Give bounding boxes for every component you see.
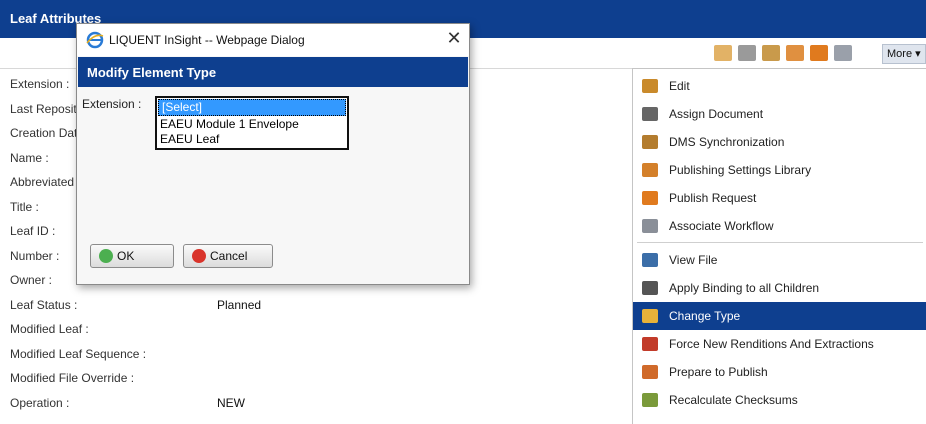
menu-item-force-new-renditions-and-extractions[interactable]: Force New Renditions And Extractions: [633, 330, 926, 358]
publish-icon[interactable]: [810, 45, 828, 61]
library-icon: [642, 163, 658, 177]
attribute-row: Operation : NEW: [10, 393, 630, 413]
close-icon[interactable]: ✕: [444, 28, 464, 49]
edit-icon: [642, 79, 658, 93]
attribute-label: Modified File Override :: [10, 371, 135, 385]
publish-icon: [642, 191, 658, 205]
dialog-window-title: LIQUENT InSight -- Webpage Dialog: [109, 33, 305, 47]
menu-item-label: Assign Document: [669, 107, 764, 121]
attribute-label: Extension :: [10, 77, 70, 91]
attribute-label: Operation :: [10, 395, 70, 410]
attribute-row: Modified File Override :: [10, 368, 630, 388]
attribute-label: Owner :: [10, 273, 53, 287]
edit-icon[interactable]: [714, 45, 732, 61]
context-menu: Edit Assign Document DMS Synchronization Pu…: [632, 68, 926, 424]
extension-option[interactable]: [Select]: [158, 99, 346, 116]
menu-item-assign-document[interactable]: Assign Document: [633, 100, 926, 128]
cancel-x-icon: [192, 249, 206, 263]
menu-item-label: View File: [669, 253, 718, 267]
attribute-label: Leaf ID :: [10, 224, 56, 238]
menu-separator: [637, 242, 923, 243]
link-icon: [642, 107, 658, 121]
attribute-row: Leaf Status : Planned: [10, 295, 630, 315]
menu-item-prepare-to-publish[interactable]: Prepare to Publish: [633, 358, 926, 386]
checksum-icon: [642, 393, 658, 407]
toolbar-icons: [714, 45, 852, 61]
menu-item-view-file[interactable]: View File: [633, 246, 926, 274]
sync-icon: [642, 135, 658, 149]
dialog-header: Modify Element Type: [78, 57, 468, 87]
menu-item-dms-synchronization[interactable]: DMS Synchronization: [633, 128, 926, 156]
pdf-icon: [642, 337, 658, 351]
binding-icon: [642, 281, 658, 295]
menu-item-label: Edit: [669, 79, 690, 93]
workflow-icon: [642, 219, 658, 233]
link-icon[interactable]: [738, 45, 756, 61]
attribute-label: Modified Leaf :: [10, 322, 89, 336]
menu-item-publishing-settings-library[interactable]: Publishing Settings Library: [633, 156, 926, 184]
attribute-label: Number :: [10, 248, 60, 263]
menu-item-label: Publish Request: [669, 191, 757, 205]
attribute-row: Modified Leaf Sequence :: [10, 344, 630, 364]
view-file-icon: [642, 253, 658, 267]
check-icon: [99, 249, 113, 263]
ie-icon: [86, 31, 104, 49]
menu-item-apply-binding-to-all-children[interactable]: Apply Binding to all Children: [633, 274, 926, 302]
menu-item-edit[interactable]: Edit: [633, 72, 926, 100]
ok-button-label: OK: [117, 249, 135, 263]
dialog-heading: Modify Element Type: [87, 65, 217, 80]
cancel-button[interactable]: Cancel: [183, 244, 273, 268]
attribute-value: Planned: [217, 297, 262, 312]
attribute-value: NEW: [217, 395, 245, 410]
menu-item-publish-request[interactable]: Publish Request: [633, 184, 926, 212]
ok-button[interactable]: OK: [90, 244, 174, 268]
menu-item-recalculate-checksums[interactable]: Recalculate Checksums: [633, 386, 926, 414]
menu-item-label: Apply Binding to all Children: [669, 281, 820, 295]
modify-element-type-dialog: LIQUENT InSight -- Webpage Dialog ✕ Modi…: [76, 23, 470, 285]
menu-item-associate-workflow[interactable]: Associate Workflow: [633, 212, 926, 240]
menu-item-label: Force New Renditions And Extractions: [669, 337, 874, 351]
menu-item-label: DMS Synchronization: [669, 135, 785, 149]
menu-item-label: Recalculate Checksums: [669, 393, 798, 407]
extension-option[interactable]: EAEU Leaf: [157, 132, 347, 147]
library-icon[interactable]: [786, 45, 804, 61]
dialog-titlebar: LIQUENT InSight -- Webpage Dialog ✕: [77, 24, 469, 56]
extension-label: Extension :: [82, 97, 142, 111]
attribute-row: Modified Leaf :: [10, 319, 630, 339]
menu-item-label: Prepare to Publish: [669, 365, 768, 379]
attribute-label: Name :: [10, 150, 49, 165]
menu-item-label: Publishing Settings Library: [669, 163, 812, 177]
menu-item-label: Associate Workflow: [669, 219, 774, 233]
prepare-icon: [642, 365, 658, 379]
extension-option[interactable]: EAEU Module 1 Envelope: [157, 117, 347, 132]
cancel-button-label: Cancel: [210, 249, 248, 263]
menu-item-label: Change Type: [669, 309, 741, 323]
more-button[interactable]: More ▾: [882, 44, 926, 64]
workflow-icon[interactable]: [834, 45, 852, 61]
menu-item-change-type[interactable]: Change Type: [633, 302, 926, 330]
attribute-label: Leaf Status :: [10, 297, 78, 312]
extension-select[interactable]: [Select] EAEU Module 1 Envelope EAEU Leaf: [155, 96, 349, 150]
attribute-label: Modified Leaf Sequence :: [10, 346, 147, 361]
sync-icon[interactable]: [762, 45, 780, 61]
change-type-icon: [642, 309, 658, 323]
attribute-label: Title :: [10, 199, 39, 214]
